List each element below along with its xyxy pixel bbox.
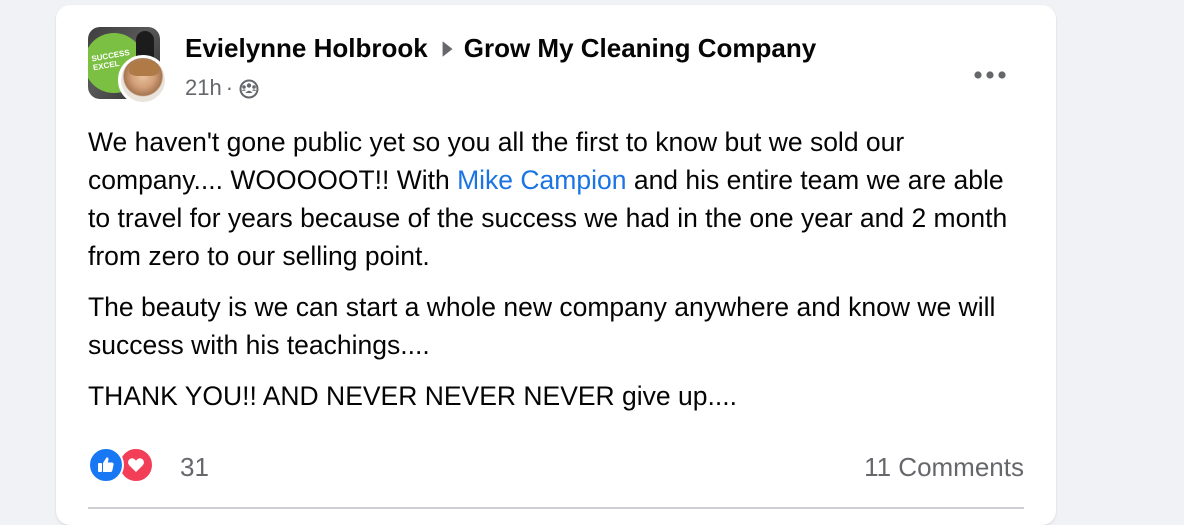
timestamp-link[interactable]: 21h xyxy=(185,75,222,101)
post-title: Evielynne Holbrook Grow My Cleaning Comp… xyxy=(185,33,816,64)
group-audience-icon[interactable] xyxy=(237,76,261,100)
reactions-summary[interactable] xyxy=(88,447,154,483)
post-meta: 21h · xyxy=(185,75,261,101)
author-name-link[interactable]: Evielynne Holbrook xyxy=(185,33,428,64)
footer-divider xyxy=(88,507,1024,509)
avatar-group[interactable]: SUCCESS EXCEL xyxy=(88,27,168,107)
group-name-link[interactable]: Grow My Cleaning Company xyxy=(464,33,817,64)
post-paragraph-1: We haven't gone public yet so you all th… xyxy=(88,127,1008,271)
post-paragraph-3: THANK YOU!! AND NEVER NEVER NEVER give u… xyxy=(88,381,737,411)
more-options-button[interactable] xyxy=(968,63,1012,87)
comments-count-link[interactable]: 11 Comments xyxy=(864,452,1024,483)
mention-link[interactable]: Mike Campion xyxy=(457,165,626,195)
post-paragraph-2: The beauty is we can start a whole new c… xyxy=(88,292,996,360)
triangle-right-icon xyxy=(442,40,453,57)
like-icon xyxy=(88,447,124,483)
post-card: SUCCESS EXCEL Evielynne Holbrook Grow My… xyxy=(56,5,1056,525)
author-avatar[interactable] xyxy=(118,55,168,105)
meta-separator: · xyxy=(225,75,234,100)
post-footer: 31 11 Comments xyxy=(88,442,1024,483)
reaction-count[interactable]: 31 xyxy=(180,452,209,483)
post-body: We haven't gone public yet so you all th… xyxy=(88,123,1028,428)
more-dots-icon xyxy=(974,71,1006,79)
post-header: SUCCESS EXCEL Evielynne Holbrook Grow My… xyxy=(88,27,1032,109)
